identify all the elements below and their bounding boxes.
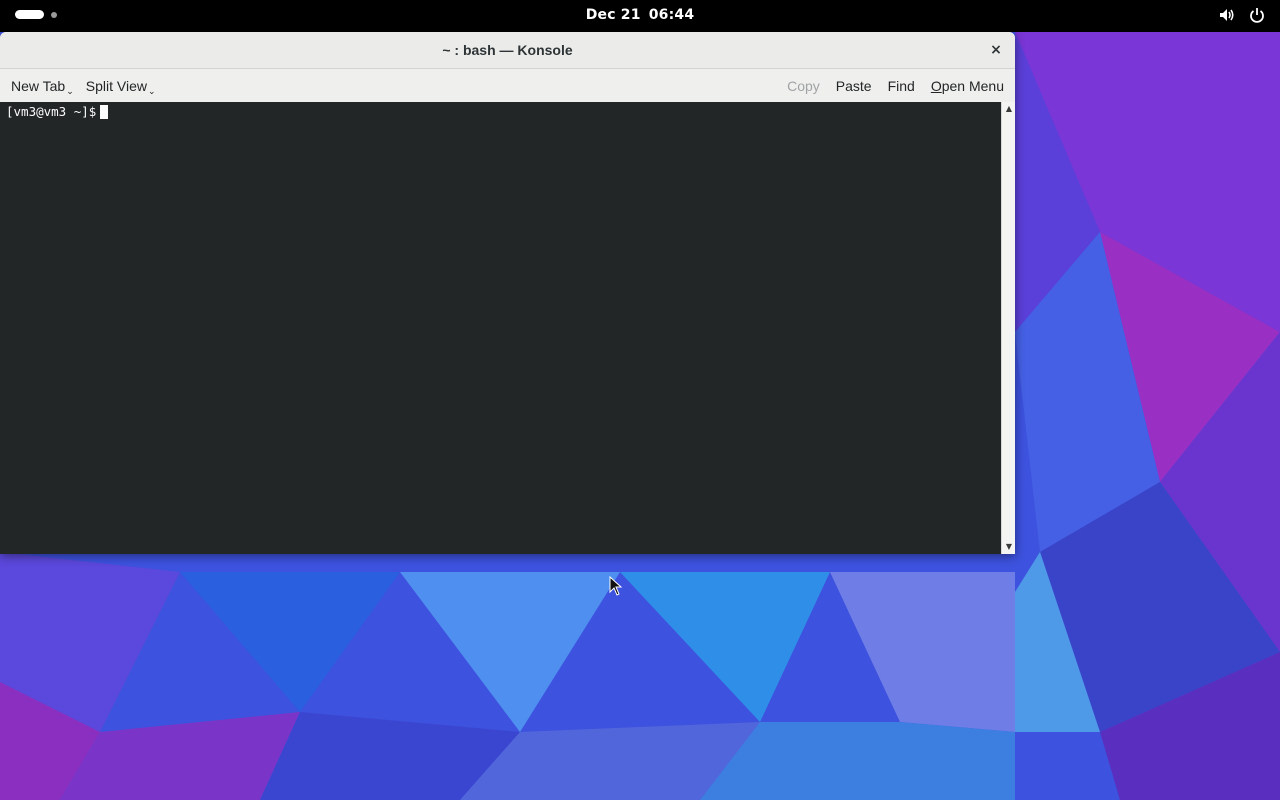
konsole-toolbar: New Tab⌄ Split View⌄ Copy Paste Find Ope… (0, 69, 1015, 103)
open-menu-label: pen Menu (941, 78, 1004, 94)
konsole-window: ~ : bash — Konsole × New Tab⌄ Split View… (0, 32, 1015, 554)
terminal-area[interactable]: [vm3@vm3 ~]$ (0, 102, 1001, 554)
scroll-up-icon[interactable]: ▲ (1004, 104, 1014, 114)
mouse-pointer-icon (609, 575, 623, 600)
top-bar: Dec 21 06:44 (0, 0, 1280, 32)
scroll-down-icon[interactable]: ▼ (1004, 542, 1014, 552)
window-titlebar[interactable]: ~ : bash — Konsole × (0, 32, 1015, 69)
system-tray[interactable] (1218, 6, 1266, 24)
new-tab-label: New Tab (11, 78, 66, 94)
find-button[interactable]: Find (888, 78, 915, 94)
power-icon[interactable] (1248, 6, 1266, 24)
terminal-prompt: [vm3@vm3 ~]$ (6, 104, 97, 119)
paste-label: Paste (835, 78, 872, 94)
open-menu-mnemonic: O (930, 78, 942, 94)
terminal-scrollbar[interactable]: ▲ ▼ (1001, 102, 1015, 554)
paste-button[interactable]: Paste (836, 78, 872, 94)
terminal-cursor (100, 105, 109, 119)
split-view-button[interactable]: Split View⌄ (85, 78, 156, 96)
terminal-prompt-line: [vm3@vm3 ~]$ (6, 104, 109, 119)
close-icon: × (990, 42, 1002, 58)
open-menu-button[interactable]: Open Menu (931, 78, 1004, 94)
volume-icon[interactable] (1218, 6, 1236, 24)
split-view-label: Split View (85, 78, 147, 94)
window-title: ~ : bash — Konsole (442, 42, 573, 58)
chevron-down-icon: ⌄ (147, 86, 156, 96)
new-tab-button[interactable]: New Tab⌄ (11, 78, 74, 96)
clock-date: Dec 21 (585, 7, 641, 23)
chevron-down-icon: ⌄ (66, 86, 74, 96)
clock-time: 06:44 (648, 7, 695, 23)
copy-label: Copy (787, 78, 820, 94)
close-button[interactable]: × (987, 41, 1005, 59)
find-label: Find (887, 78, 915, 94)
copy-button[interactable]: Copy (787, 78, 820, 94)
clock[interactable]: Dec 21 06:44 (0, 7, 1280, 23)
